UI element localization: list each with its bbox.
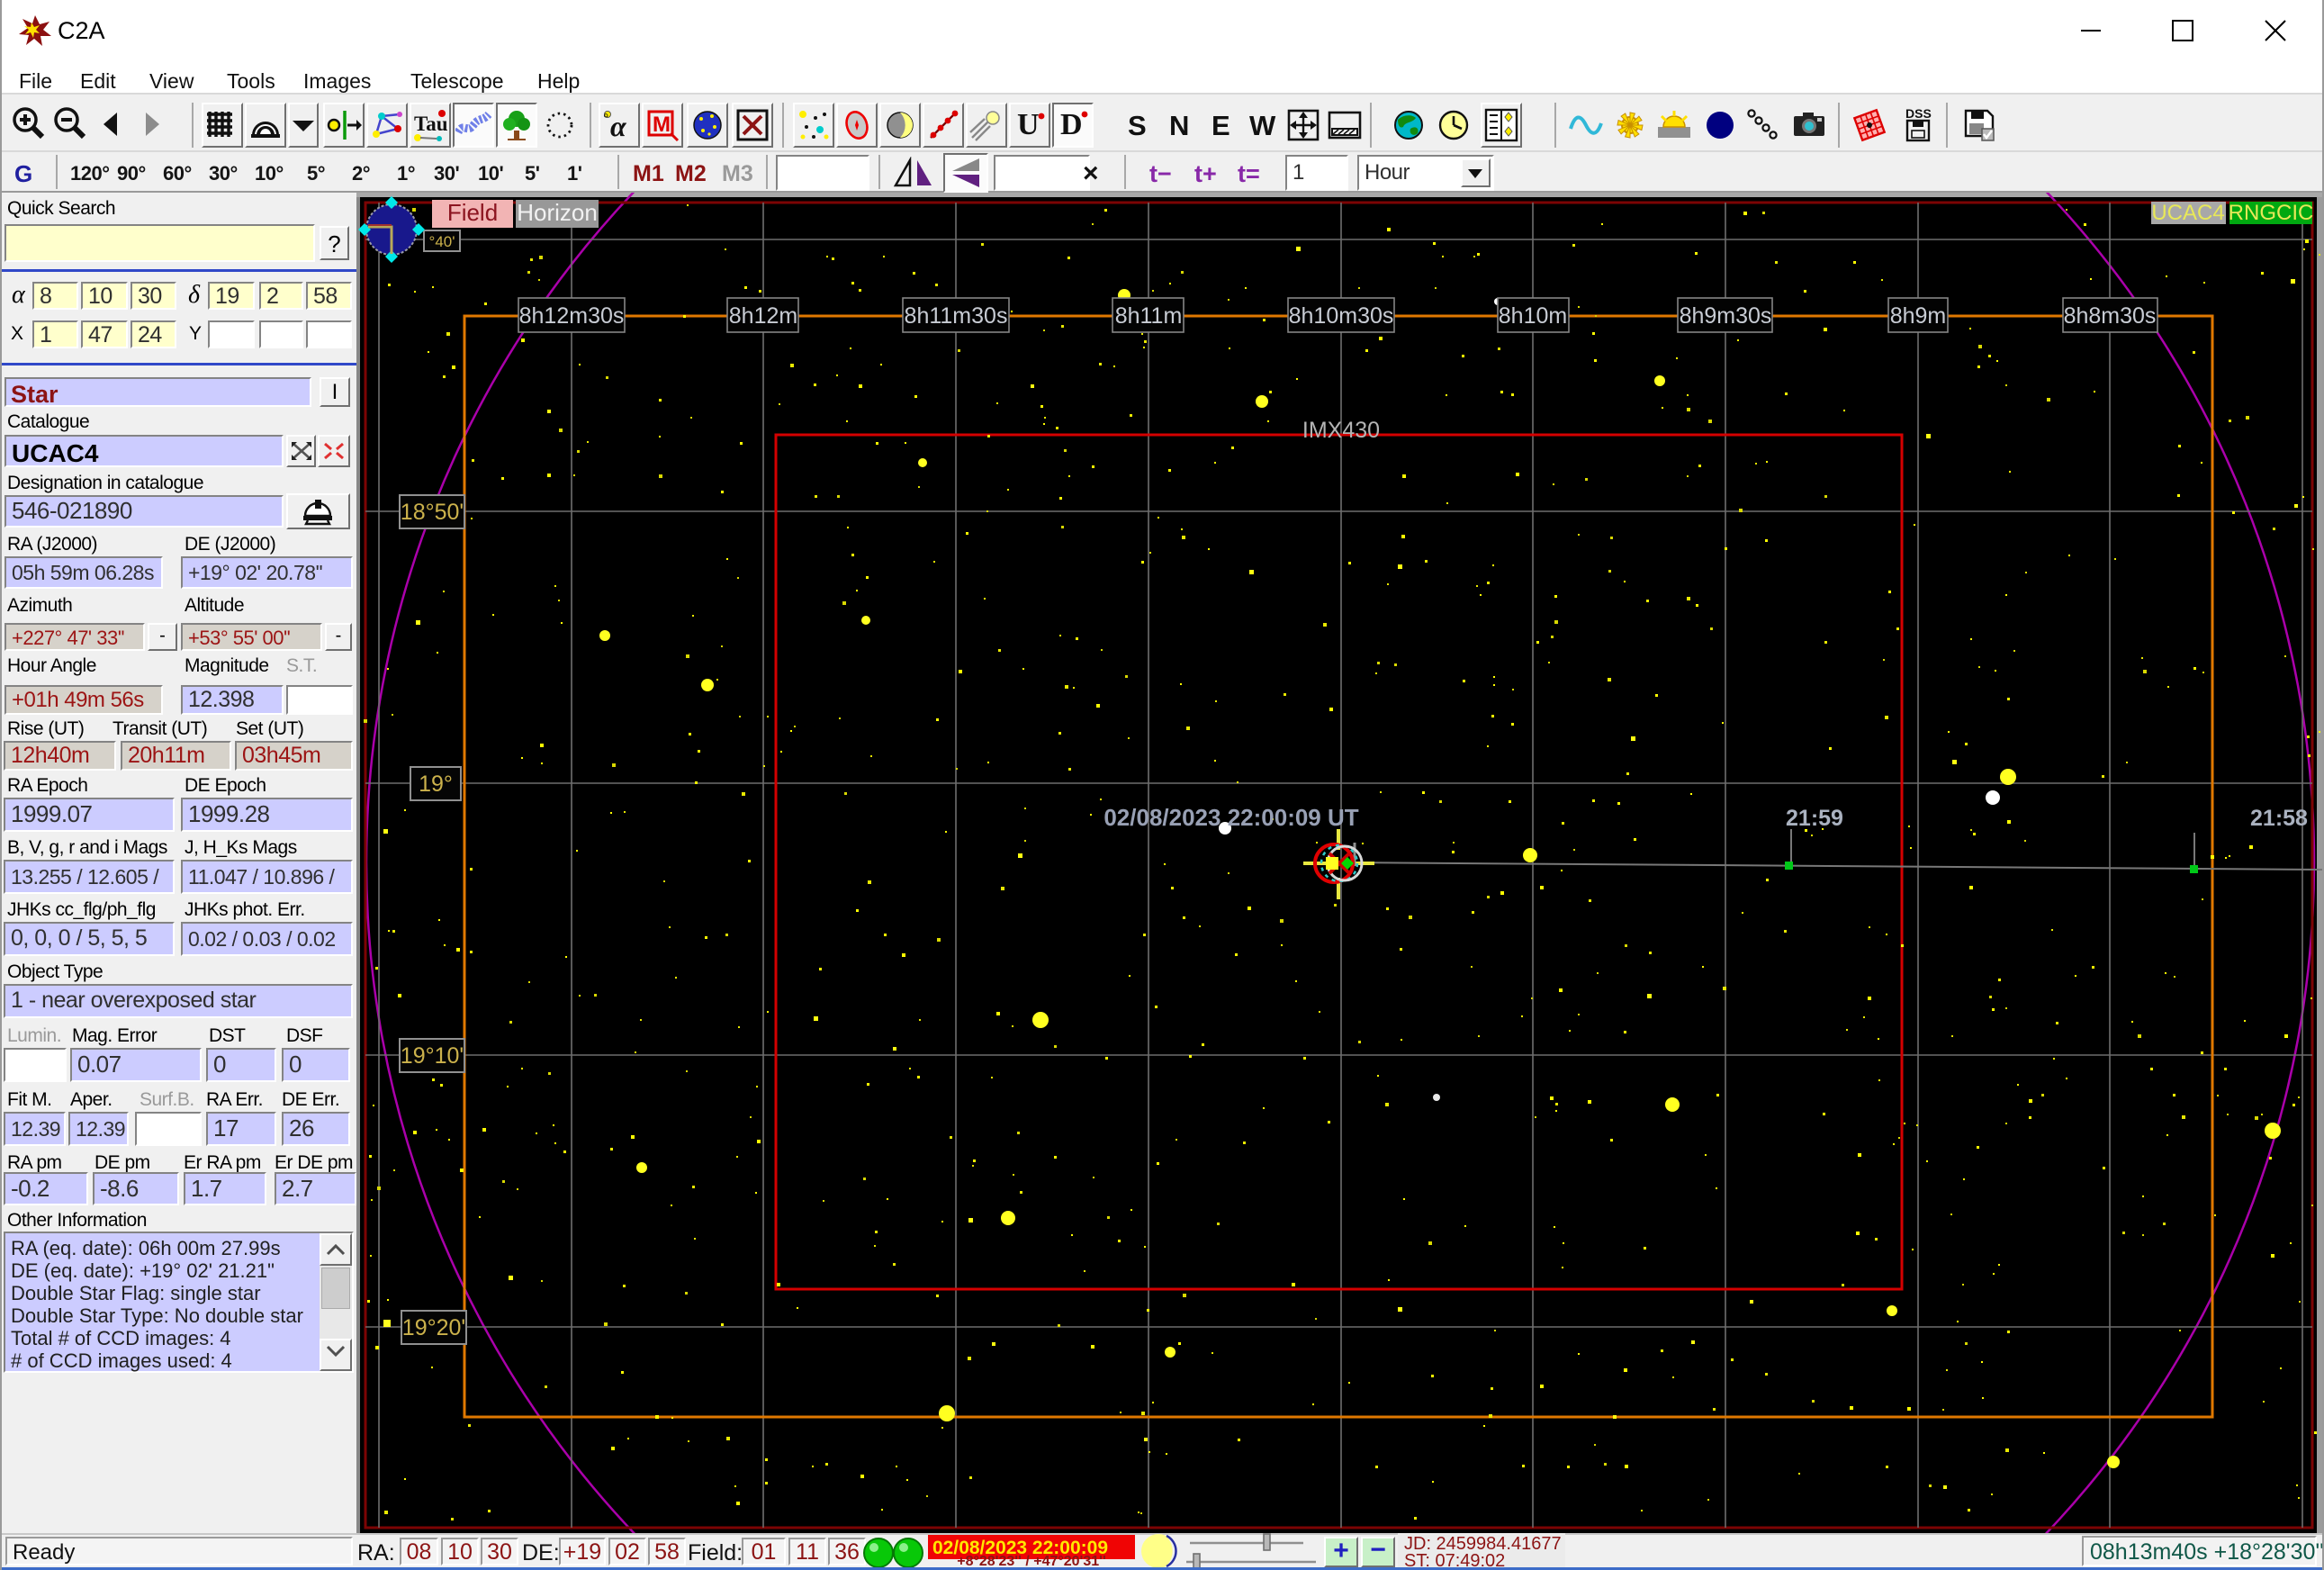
svg-text:8h9m: 8h9m — [1890, 303, 1947, 329]
svg-text:α: α — [610, 110, 627, 142]
svg-text:RNGCIC: RNGCIC — [2229, 201, 2314, 225]
svg-text:18°50': 18°50' — [401, 500, 464, 525]
svg-text:M: M — [653, 113, 671, 137]
svg-text:02/08/2023 22:00:09 UT: 02/08/2023 22:00:09 UT — [1103, 804, 1358, 831]
svg-text:Horizon: Horizon — [517, 199, 598, 226]
svg-text:19°: 19° — [419, 771, 453, 797]
svg-text:°: ° — [603, 112, 608, 127]
svg-text:21:59: 21:59 — [1786, 806, 1843, 831]
svg-text:8h10m30s: 8h10m30s — [1289, 303, 1394, 329]
svg-text:21:58: 21:58 — [2250, 806, 2308, 831]
svg-text:8h12m30s: 8h12m30s — [519, 303, 625, 329]
svg-text:19°20': 19°20' — [402, 1315, 465, 1340]
svg-text:19°10': 19°10' — [401, 1043, 464, 1069]
svg-text:8h11m30s: 8h11m30s — [905, 303, 1008, 329]
svg-text:8h9m30s: 8h9m30s — [1680, 303, 1772, 329]
svg-text:8h12m: 8h12m — [729, 303, 797, 329]
svg-text:IMX430: IMX430 — [1302, 418, 1380, 443]
svg-text:8h8m30s: 8h8m30s — [2064, 303, 2157, 329]
svg-text:Field: Field — [447, 199, 498, 226]
svg-text:8h10m: 8h10m — [1499, 303, 1567, 329]
svg-text:D: D — [1060, 108, 1083, 141]
svg-text:8h11m: 8h11m — [1115, 303, 1183, 329]
svg-text:U: U — [1017, 108, 1040, 141]
svg-text:°40': °40' — [429, 233, 455, 250]
svg-text:DSS: DSS — [1905, 107, 1932, 121]
svg-text:UCAC4: UCAC4 — [2151, 201, 2224, 225]
